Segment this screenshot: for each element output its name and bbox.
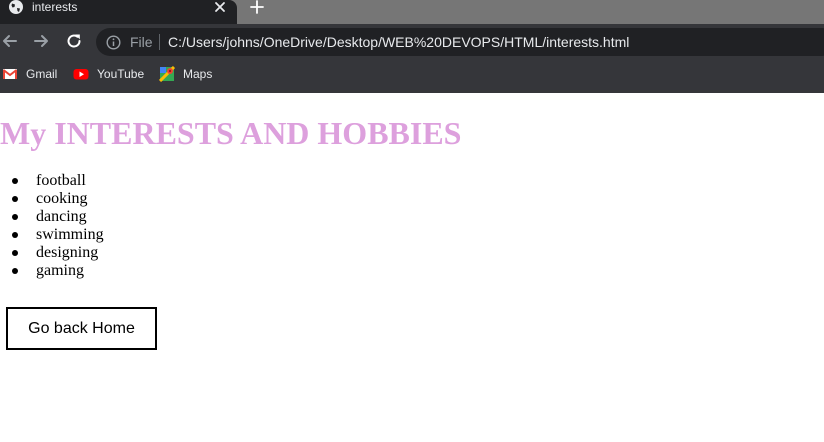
bullet-icon	[12, 214, 18, 220]
hobby-item: football	[0, 172, 104, 190]
bullet-icon	[12, 196, 18, 202]
browser-toolbar: File C:/Users/johns/OneDrive/Desktop/WEB…	[0, 24, 824, 61]
hobby-label: gaming	[36, 262, 84, 279]
hobby-item: swimming	[0, 226, 104, 244]
bullet-icon	[12, 178, 18, 184]
bookmarks-bar: Gmail YouTube Maps	[0, 61, 824, 93]
hobby-label: football	[36, 172, 86, 189]
hobby-label: swimming	[36, 226, 104, 243]
page-content: My INTERESTS AND HOBBIES football cookin…	[0, 93, 824, 442]
close-tab-icon[interactable]	[214, 1, 226, 13]
back-arrow-icon[interactable]	[1, 32, 19, 50]
hobby-label: dancing	[36, 208, 87, 225]
bullet-icon	[12, 232, 18, 238]
bookmark-label: Gmail	[26, 67, 58, 81]
reload-icon[interactable]	[65, 32, 83, 50]
hobby-item: dancing	[0, 208, 104, 226]
page-title: My INTERESTS AND HOBBIES	[0, 115, 462, 151]
tab-title: interests	[32, 0, 78, 14]
hobby-item: designing	[0, 244, 104, 262]
hobby-label: designing	[36, 244, 99, 261]
hobby-item: gaming	[0, 262, 104, 280]
address-bar[interactable]: File C:/Users/johns/OneDrive/Desktop/WEB…	[96, 28, 824, 56]
info-icon[interactable]	[106, 35, 121, 50]
forward-arrow-icon[interactable]	[32, 32, 50, 50]
bookmark-label: YouTube	[97, 67, 145, 81]
globe-icon	[9, 0, 23, 14]
hobby-label: cooking	[36, 190, 88, 207]
maps-icon	[159, 66, 175, 82]
bookmark-label: Maps	[183, 67, 213, 81]
bullet-icon	[12, 268, 18, 274]
bullet-icon	[12, 250, 18, 256]
gmail-icon	[2, 69, 18, 79]
file-scheme-label: File	[130, 34, 153, 50]
hobby-item: cooking	[0, 190, 104, 208]
youtube-icon	[73, 69, 89, 80]
url-text[interactable]: C:/Users/johns/OneDrive/Desktop/WEB%20DE…	[168, 34, 629, 50]
tab-strip: interests	[0, 0, 824, 24]
omnibox-divider	[159, 34, 160, 50]
go-back-home-button[interactable]: Go back Home	[6, 307, 157, 350]
new-tab-icon[interactable]	[249, 0, 265, 14]
hobby-list: football cooking dancing swimming design…	[0, 172, 104, 280]
tab-interests[interactable]: interests	[0, 0, 237, 24]
